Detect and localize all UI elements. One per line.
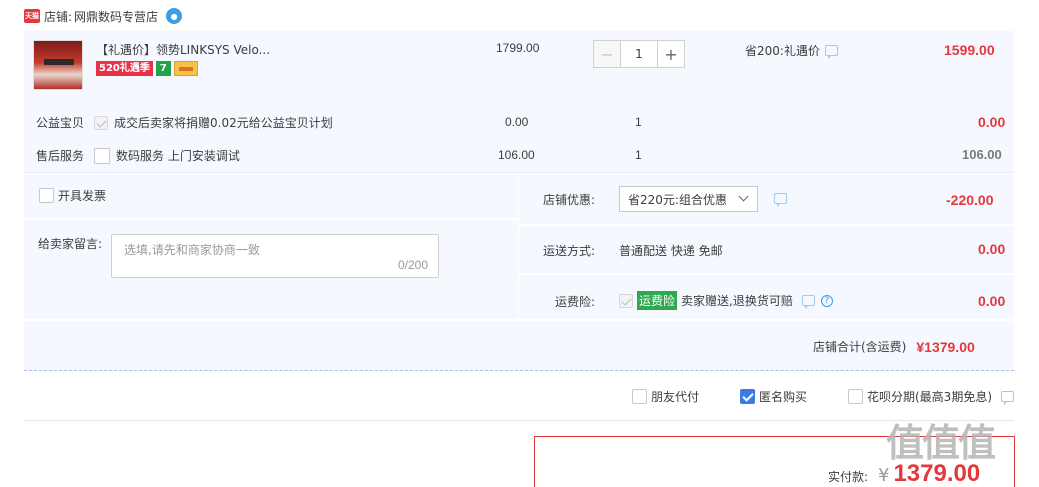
quantity-stepper: − 1 + [593, 40, 685, 68]
watermark: 值值值 [886, 421, 996, 465]
charity-price: 0.00 [505, 115, 529, 129]
product-title-link[interactable]: 【礼遇价】领势LINKSYS Velo... [96, 41, 270, 58]
charity-qty: 1 [635, 115, 642, 129]
friend-pay-label: 朋友代付 [651, 390, 700, 404]
discount-info-icon[interactable] [774, 193, 787, 207]
product-badges: 520礼遇季 7 [96, 61, 198, 76]
help-icon[interactable]: ? [820, 294, 833, 307]
shop-header: 天猫 店铺: 网鼎数码专营店 ● [24, 6, 183, 26]
promo-info-icon[interactable] [824, 45, 838, 59]
divider [518, 273, 1014, 275]
huabei-info-icon[interactable] [1001, 391, 1014, 405]
pay-label: 实付款: [828, 470, 869, 484]
charity-checkbox[interactable] [94, 115, 108, 130]
service-price: 106.00 [498, 148, 535, 162]
service-label: 售后服务 [36, 149, 85, 163]
seller-message-textarea[interactable]: 选填,请先和商家协商一致 0/200 [111, 234, 439, 278]
promo-520-badge: 520礼遇季 [96, 61, 153, 76]
credit-card-icon [173, 61, 198, 76]
huabei-checkbox[interactable] [848, 389, 863, 404]
service-checkbox[interactable] [94, 147, 110, 164]
discount-label: 店铺优惠: [543, 193, 596, 207]
shop-label: 店铺: [44, 9, 73, 24]
shop-total-amount: ¥1379.00 [916, 338, 975, 355]
service-desc: 数码服务 上门安装调试 [116, 149, 240, 163]
chevron-down-icon [738, 191, 749, 202]
item-promo: 省200:礼遇价 [745, 42, 838, 59]
tmall-logo-icon: 天猫 [24, 9, 40, 23]
friend-pay-option[interactable]: 朋友代付 [632, 388, 699, 405]
divider [518, 174, 519, 320]
message-char-count: 0/200 [397, 258, 428, 272]
service-qty: 1 [635, 148, 642, 162]
quantity-input[interactable]: 1 [621, 40, 657, 68]
product-thumbnail[interactable] [33, 40, 83, 90]
item-total-price: 1599.00 [944, 42, 995, 58]
insurance-desc: 卖家赠送,退换货可赔 [681, 294, 793, 308]
shipping-amount: 0.00 [978, 241, 1006, 257]
discount-amount: -220.00 [946, 192, 994, 208]
unit-price: 1799.00 [496, 41, 540, 55]
charity-option: 成交后卖家将捐赠0.02元给公益宝贝计划 [94, 114, 333, 131]
service-option: 数码服务 上门安装调试 [94, 147, 240, 164]
insurance-badge: 运费险 [637, 291, 678, 310]
charity-desc: 成交后卖家将捐赠0.02元给公益宝贝计划 [114, 116, 333, 130]
divider [24, 319, 1014, 321]
service-total: 106.00 [962, 147, 1002, 162]
message-label: 给卖家留言: [38, 237, 103, 251]
shipping-value: 普通配送 快递 免邮 [619, 244, 723, 258]
divider [24, 420, 1014, 421]
message-placeholder: 选填,请先和商家协商一致 [124, 243, 260, 257]
quantity-decrease-button[interactable]: − [593, 40, 621, 68]
discount-select[interactable]: 省220元:组合优惠 [619, 186, 758, 212]
charity-label: 公益宝贝 [36, 116, 85, 130]
shipping-label: 运送方式: [543, 244, 596, 258]
anonymous-option[interactable]: 匿名购买 [740, 388, 807, 405]
shop-total-label: 店铺合计(含运费) [813, 340, 907, 354]
discount-selected: 省220元:组合优惠 [628, 192, 727, 207]
shop-total: 店铺合计(含运费) ¥1379.00 [813, 338, 975, 355]
anonymous-label: 匿名购买 [759, 390, 808, 404]
quantity-increase-button[interactable]: + [657, 40, 685, 68]
seven-day-return-badge: 7 [155, 61, 171, 76]
huabei-label: 花呗分期(最高3期免息) [867, 390, 992, 404]
divider [518, 224, 1014, 226]
invoice-label: 开具发票 [58, 189, 107, 203]
insurance-option: 运费险 卖家赠送,退换货可赔 ? [619, 291, 833, 310]
wangwang-chat-icon[interactable]: ● [166, 8, 183, 24]
insurance-chat-icon[interactable] [801, 295, 815, 309]
invoice-checkbox[interactable] [39, 188, 54, 203]
huabei-option[interactable]: 花呗分期(最高3期免息) [848, 388, 1014, 405]
insurance-checkbox[interactable] [619, 293, 633, 308]
shop-name-link[interactable]: 网鼎数码专营店 [74, 8, 158, 25]
divider [24, 218, 518, 220]
insurance-amount: 0.00 [978, 293, 1006, 309]
currency-symbol: ¥ [878, 465, 890, 486]
anonymous-checkbox[interactable] [740, 389, 755, 404]
charity-total: 0.00 [978, 114, 1006, 130]
insurance-label: 运费险: [555, 295, 596, 309]
promo-label: 省200:礼遇价 [745, 44, 820, 58]
friend-pay-checkbox[interactable] [632, 389, 647, 404]
invoice-option[interactable]: 开具发票 [39, 187, 106, 204]
